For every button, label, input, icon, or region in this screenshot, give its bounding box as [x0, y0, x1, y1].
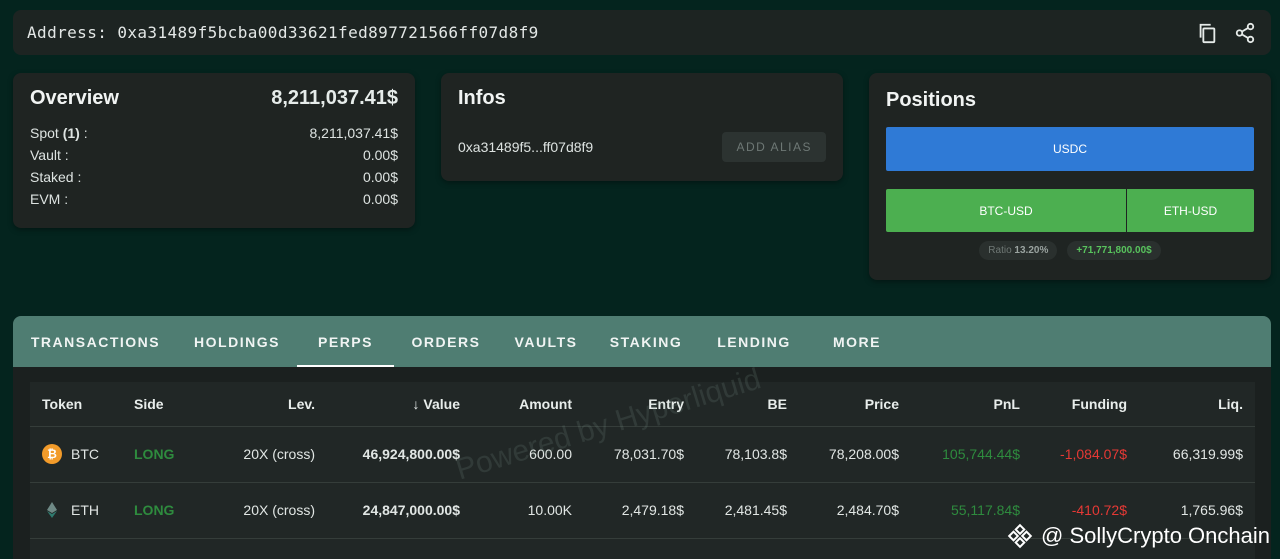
col-token[interactable]: Token — [30, 382, 122, 427]
address-actions — [1195, 21, 1257, 45]
tab-lending[interactable]: LENDING — [698, 316, 810, 367]
be-cell: 2,481.45$ — [696, 482, 799, 539]
tab-more[interactable]: MORE — [810, 316, 904, 367]
infos-card: Infos 0xa31489f5...ff07d8f9 ADD ALIAS — [441, 73, 843, 181]
positions-title: Positions — [886, 89, 977, 111]
tab-orders[interactable]: ORDERS — [394, 316, 498, 367]
tab-transactions[interactable]: TRANSACTIONS — [14, 316, 177, 367]
arrow-down-icon: ↓ — [412, 395, 420, 412]
col-amount[interactable]: Amount — [472, 382, 584, 427]
pnl-cell: 105,744.44$ — [911, 426, 1032, 483]
bitcoin-icon: ₿ — [42, 444, 62, 464]
lev-cell: 20X (cross) — [214, 482, 327, 539]
col-pnl[interactable]: PnL — [911, 382, 1032, 427]
overview-total: 8,211,037.41$ — [271, 87, 398, 109]
col-lev[interactable]: Lev. — [214, 382, 327, 427]
amount-cell: 600.00 — [472, 426, 584, 483]
funding-cell: -1,084.07$ — [1032, 426, 1139, 483]
entry-cell: 78,031.70$ — [584, 426, 696, 483]
col-price[interactable]: Price — [799, 382, 911, 427]
ethereum-icon — [42, 500, 62, 520]
perp-allocation-bar: BTC-USD ETH-USD — [886, 189, 1254, 232]
col-funding[interactable]: Funding — [1032, 382, 1139, 427]
table-header: Token Side Lev. ↓ Value Amount Entry BE … — [30, 382, 1255, 427]
price-cell: 2,484.70$ — [799, 482, 911, 539]
value-cell: 46,924,800.00$ — [327, 426, 472, 483]
col-side[interactable]: Side — [122, 382, 214, 427]
infos-title: Infos — [458, 87, 506, 109]
tab-vaults[interactable]: VAULTS — [498, 316, 594, 367]
entry-cell: 2,479.18$ — [584, 482, 696, 539]
col-value[interactable]: ↓ Value — [327, 382, 472, 427]
pnl-badge: +71,771,800.00$ — [1067, 241, 1161, 260]
usdc-segment[interactable]: USDC — [886, 127, 1254, 171]
overview-row-staked: Staked :0.00$ — [30, 169, 398, 185]
brand-overlay: @ SollyCrypto Onchain — [1007, 523, 1270, 549]
positions-card: Positions USDC BTC-USD ETH-USD Ratio 13.… — [869, 73, 1271, 280]
tab-perps[interactable]: PERPS — [297, 316, 394, 367]
overview-row-evm: EVM :0.00$ — [30, 191, 398, 207]
overview-title: Overview — [30, 87, 119, 109]
lev-cell: 20X (cross) — [214, 426, 327, 483]
tab-bar: TRANSACTIONS HOLDINGS PERPS ORDERS VAULT… — [13, 316, 1271, 367]
binance-logo-icon — [1007, 523, 1033, 549]
col-liq[interactable]: Liq. — [1139, 382, 1255, 427]
short-address: 0xa31489f5...ff07d8f9 — [458, 139, 594, 155]
address-bar: Address: 0xa31489f5bcba00d33621fed897721… — [13, 10, 1271, 55]
amount-cell: 10.00K — [472, 482, 584, 539]
overview-row-vault: Vault :0.00$ — [30, 147, 398, 163]
token-name: BTC — [71, 446, 99, 462]
eth-usd-segment[interactable]: ETH-USD — [1127, 189, 1254, 232]
col-entry[interactable]: Entry — [584, 382, 696, 427]
value-cell: 24,847,000.00$ — [327, 482, 472, 539]
side-cell: LONG — [122, 426, 214, 483]
add-alias-button[interactable]: ADD ALIAS — [722, 132, 826, 162]
table-row[interactable]: ₿ BTC LONG 20X (cross) 46,924,800.00$ 600… — [30, 426, 1255, 483]
side-cell: LONG — [122, 482, 214, 539]
token-name: ETH — [71, 502, 99, 518]
copy-icon[interactable] — [1195, 21, 1219, 45]
overview-row-spot: Spot (1) : 8,211,037.41$ — [30, 125, 398, 141]
btc-usd-segment[interactable]: BTC-USD — [886, 189, 1126, 232]
tab-staking[interactable]: STAKING — [594, 316, 698, 367]
liq-cell: 66,319.99$ — [1139, 426, 1255, 483]
address-text: Address: 0xa31489f5bcba00d33621fed897721… — [27, 23, 539, 42]
ratio-badge: Ratio 13.20% — [979, 241, 1058, 260]
overview-card: Overview 8,211,037.41$ Spot (1) : 8,211,… — [13, 73, 415, 228]
be-cell: 78,103.8$ — [696, 426, 799, 483]
spot-allocation-bar: USDC — [886, 127, 1254, 171]
price-cell: 78,208.00$ — [799, 426, 911, 483]
brand-text: @ SollyCrypto Onchain — [1041, 523, 1270, 548]
share-icon[interactable] — [1233, 21, 1257, 45]
col-be[interactable]: BE — [696, 382, 799, 427]
tab-holdings[interactable]: HOLDINGS — [177, 316, 297, 367]
